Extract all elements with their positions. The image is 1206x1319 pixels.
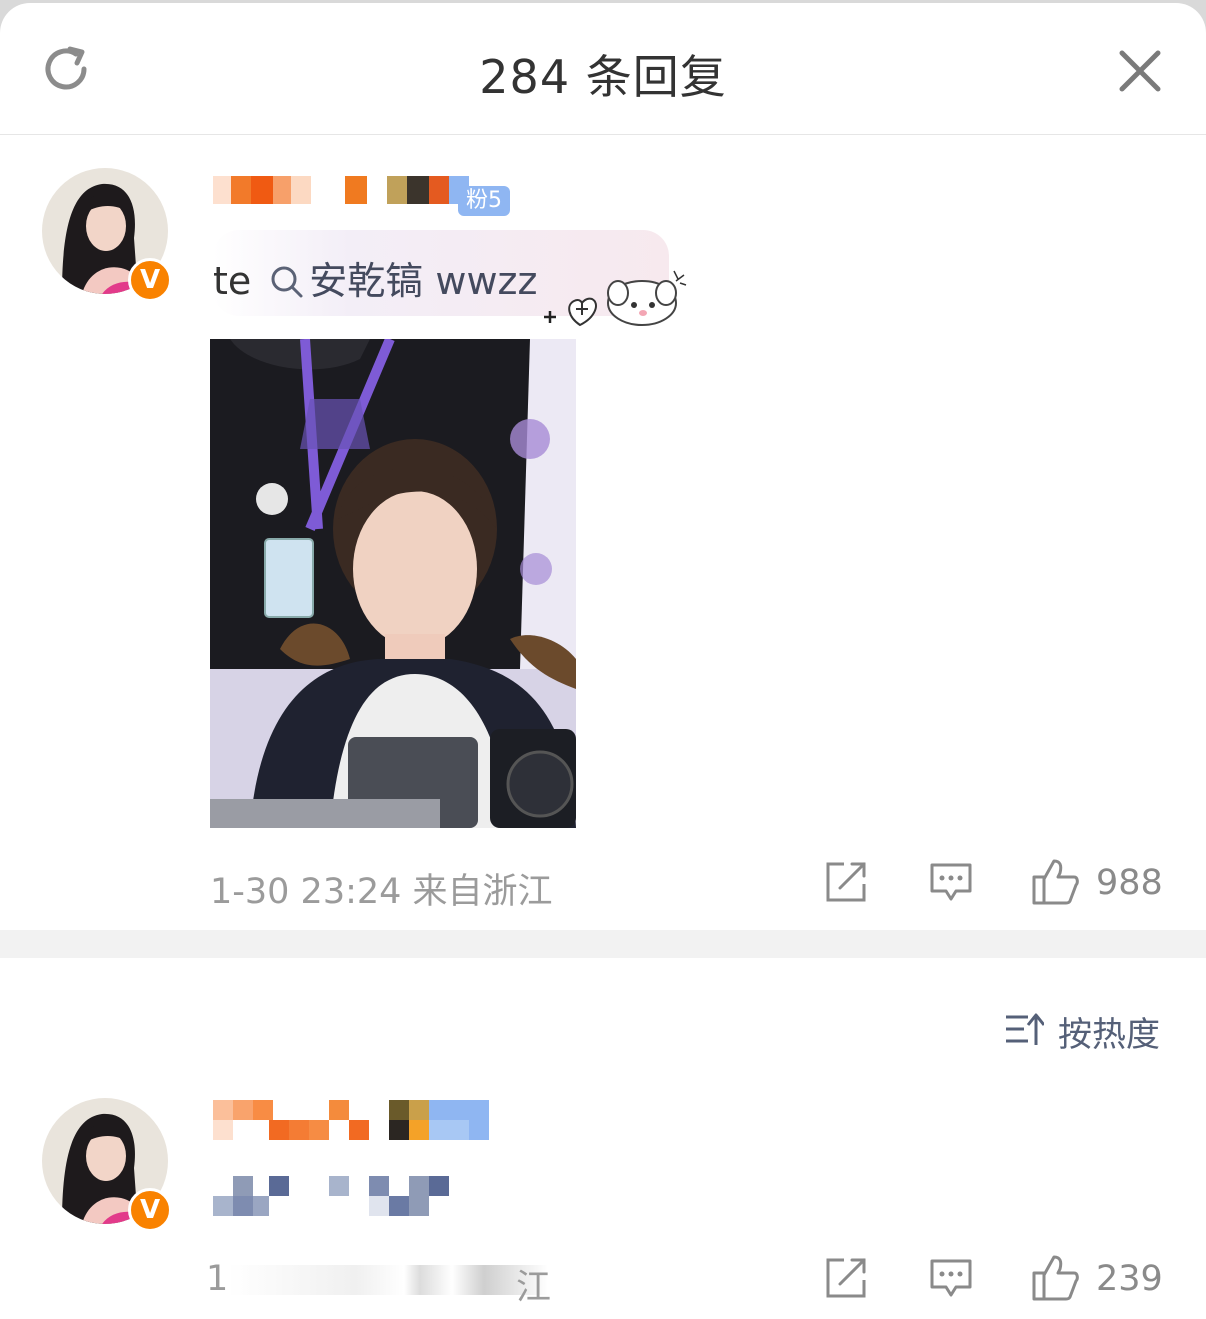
close-icon[interactable]: [1118, 49, 1162, 93]
like-count: 988: [1096, 863, 1163, 903]
reply-text-pixelated-row2: [213, 1196, 429, 1216]
section-divider: [0, 930, 1206, 958]
like-icon[interactable]: [1030, 1253, 1080, 1301]
fan-level-badge: 粉5: [458, 186, 510, 216]
comment-photo[interactable]: [210, 339, 576, 828]
comment-icon[interactable]: [928, 861, 974, 903]
reply-author-pixelated-row2: [213, 1120, 489, 1140]
repost-icon[interactable]: [824, 860, 868, 904]
reply-author-pixelated[interactable]: [213, 1100, 489, 1120]
author-name-pixelated[interactable]: [213, 176, 469, 204]
comment-meta: 1-30 23:24 来自浙江: [210, 872, 553, 912]
replies-sheet: 284 条回复 V 粉5 te 安乾镐 wwzz 1-30 23:24 来自浙江…: [0, 3, 1206, 1319]
sort-label: 按热度: [1058, 1015, 1160, 1055]
verified-badge-icon: V: [128, 258, 172, 302]
page-title: 284 条回复: [479, 50, 727, 104]
reply-meta-end: 江: [516, 1268, 552, 1308]
verified-badge-icon: V: [128, 1188, 172, 1232]
like-icon[interactable]: [1030, 857, 1080, 905]
reply-text-pixelated: [213, 1176, 449, 1196]
fan-card-prefix: te: [213, 259, 252, 303]
like-count: 239: [1096, 1259, 1163, 1299]
fan-card-search-text: 安乾镐 wwzz: [309, 259, 538, 303]
search-icon: [271, 266, 303, 298]
repost-icon[interactable]: [824, 1256, 868, 1300]
fan-card-text: te 安乾镐 wwzz: [213, 250, 537, 305]
header: 284 条回复: [0, 3, 1206, 135]
reply-meta-blurred: [228, 1265, 548, 1295]
sort-icon: [1006, 1013, 1044, 1045]
comment-icon[interactable]: [928, 1257, 974, 1299]
sticker-icon: [544, 270, 687, 327]
